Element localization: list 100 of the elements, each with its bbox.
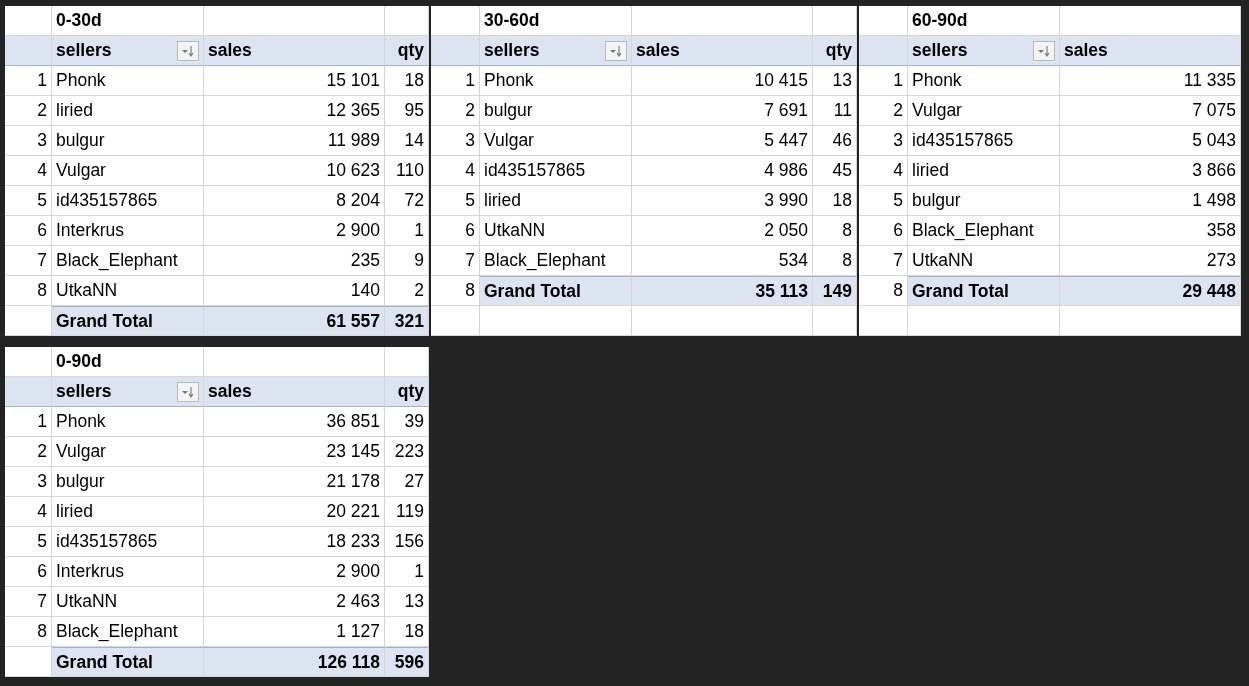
table-cell: bulgur [480, 96, 632, 126]
table-cell: 2 900 [204, 557, 385, 587]
table-cell: 23 145 [204, 437, 385, 467]
table-cell: 1 498 [1060, 186, 1241, 216]
column-header: sales [632, 36, 813, 66]
table-cell: 119 [385, 497, 429, 527]
grand-total-cell: 61 557 [204, 306, 385, 336]
table-cell: bulgur [52, 126, 204, 156]
table-cell: 8 204 [204, 186, 385, 216]
table-cell: Vulgar [52, 437, 204, 467]
column-header: qty [385, 377, 429, 407]
grand-total-cell: 29 448 [1060, 276, 1241, 306]
table-cell: Phonk [908, 66, 1060, 96]
row-number: 5 [5, 186, 52, 216]
table-cell: 5 043 [1060, 126, 1241, 156]
table-cell: 13 [813, 66, 857, 96]
table-cell: 13 [385, 587, 429, 617]
row-number: 3 [859, 126, 908, 156]
table-cell: 11 [813, 96, 857, 126]
table-cell: 8 [813, 246, 857, 276]
table-cell: 18 [385, 66, 429, 96]
table-cell: Black_Elephant [480, 246, 632, 276]
table-cell: 235 [204, 246, 385, 276]
grand-total-cell: Grand Total [908, 276, 1060, 306]
table-cell: UtkaNN [52, 587, 204, 617]
row-number: 7 [859, 246, 908, 276]
table-cell: 39 [385, 407, 429, 437]
table-cell: UtkaNN [908, 246, 1060, 276]
row-number: 6 [5, 557, 52, 587]
table-cell: id435157865 [52, 186, 204, 216]
table-cell: Interkrus [52, 216, 204, 246]
table-cell: 3 866 [1060, 156, 1241, 186]
table-cell: liried [908, 156, 1060, 186]
table-cell: id435157865 [480, 156, 632, 186]
row-number: 7 [431, 246, 480, 276]
row-number: 7 [5, 246, 52, 276]
table-cell: 18 [385, 617, 429, 647]
row-number: 8 [5, 276, 52, 306]
table-cell: 7 075 [1060, 96, 1241, 126]
table-cell: UtkaNN [480, 216, 632, 246]
row-number: 2 [431, 96, 480, 126]
row-number: 4 [5, 156, 52, 186]
column-header: sellers [484, 40, 540, 61]
table-cell: 18 233 [204, 527, 385, 557]
table-cell: 72 [385, 186, 429, 216]
table-cell: liried [480, 186, 632, 216]
row-number: 8 [859, 276, 908, 306]
row-number: 2 [859, 96, 908, 126]
table-cell: 1 127 [204, 617, 385, 647]
table-cell: id435157865 [52, 527, 204, 557]
row-number: 1 [5, 66, 52, 96]
row-number: 3 [431, 126, 480, 156]
table-cell: 358 [1060, 216, 1241, 246]
column-header: sellers [56, 40, 112, 61]
filter-button[interactable] [1033, 40, 1055, 61]
table-cell: Black_Elephant [52, 617, 204, 647]
filter-button[interactable] [177, 40, 199, 61]
row-number: 5 [859, 186, 908, 216]
table-cell: 8 [813, 216, 857, 246]
table-cell: 7 691 [632, 96, 813, 126]
table-cell: 15 101 [204, 66, 385, 96]
column-header: qty [385, 36, 429, 66]
table-cell: 18 [813, 186, 857, 216]
filter-button[interactable] [605, 40, 627, 61]
table-cell: Interkrus [52, 557, 204, 587]
pivot-title: 30-60d [480, 6, 632, 36]
table-cell: 45 [813, 156, 857, 186]
row-number: 4 [5, 497, 52, 527]
table-cell: Phonk [52, 407, 204, 437]
grand-total-cell: 35 113 [632, 276, 813, 306]
row-number: 8 [431, 276, 480, 306]
row-number: 6 [5, 216, 52, 246]
row-number: 4 [859, 156, 908, 186]
table-cell: 156 [385, 527, 429, 557]
grand-total-cell: Grand Total [52, 647, 204, 677]
table-cell: bulgur [52, 467, 204, 497]
table-cell: Vulgar [52, 156, 204, 186]
table-cell: 2 050 [632, 216, 813, 246]
table-cell: 9 [385, 246, 429, 276]
row-number: 2 [5, 96, 52, 126]
row-number: 6 [859, 216, 908, 246]
grand-total-cell: 126 118 [204, 647, 385, 677]
row-number: 7 [5, 587, 52, 617]
table-cell: 223 [385, 437, 429, 467]
column-header: sales [1060, 36, 1241, 66]
row-number: 3 [5, 126, 52, 156]
table-cell: 20 221 [204, 497, 385, 527]
table-cell: 140 [204, 276, 385, 306]
pivot-title: 0-90d [52, 347, 204, 377]
table-cell: 11 989 [204, 126, 385, 156]
grand-total-cell: 321 [385, 306, 429, 336]
table-cell: 110 [385, 156, 429, 186]
filter-button[interactable] [177, 381, 199, 402]
grand-total-cell: Grand Total [52, 306, 204, 336]
table-cell: liried [52, 96, 204, 126]
table-cell: Phonk [480, 66, 632, 96]
row-number: 3 [5, 467, 52, 497]
table-cell: 2 463 [204, 587, 385, 617]
table-cell: 2 [385, 276, 429, 306]
table-cell: Vulgar [908, 96, 1060, 126]
